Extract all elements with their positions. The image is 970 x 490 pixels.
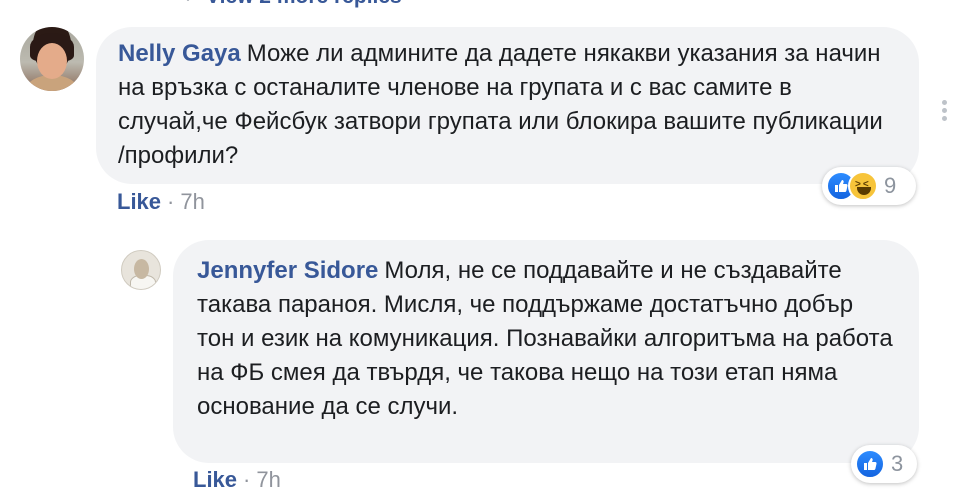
dot <box>942 100 947 105</box>
reply-bubble: Jennyfer Sidore Моля, не се поддавайте и … <box>173 240 919 463</box>
comment-actions: Like · 7h <box>117 189 205 215</box>
comment-bubble: Nelly Gaya Може ли админите да дадете няк… <box>96 27 919 184</box>
more-options-icon[interactable] <box>942 100 948 121</box>
reactions-summary[interactable]: 3 <box>851 445 917 483</box>
comment-thread: View 2 more replies Nelly GayaМоже ли ад… <box>0 0 970 490</box>
like-button[interactable]: Like <box>117 189 161 215</box>
timestamp[interactable]: 7h <box>180 189 204 215</box>
separator-dot: · <box>167 189 175 214</box>
avatar-face <box>37 43 67 79</box>
view-more-replies-label: View 2 more replies <box>206 0 402 9</box>
timestamp[interactable]: 7h <box>256 467 280 490</box>
reactions-summary[interactable]: >< 9 <box>822 167 916 205</box>
reply-arrow-icon <box>178 0 198 1</box>
like-button[interactable]: Like <box>193 467 237 490</box>
avatar-face <box>134 259 149 279</box>
dot <box>942 108 947 113</box>
avatar[interactable] <box>121 250 161 290</box>
view-more-replies-link[interactable]: View 2 more replies <box>178 0 402 8</box>
reaction-count: 3 <box>891 451 904 476</box>
dot <box>942 116 947 121</box>
comment-author-link[interactable]: Nelly Gaya <box>118 40 241 67</box>
haha-icon: >< <box>848 171 878 201</box>
separator-dot: · <box>243 467 251 490</box>
comment-actions: Like · 7h <box>193 467 281 490</box>
reaction-count: 9 <box>884 173 897 198</box>
like-icon <box>855 449 885 479</box>
avatar[interactable] <box>20 27 84 91</box>
comment-author-link[interactable]: Jennyfer Sidore <box>197 257 378 284</box>
